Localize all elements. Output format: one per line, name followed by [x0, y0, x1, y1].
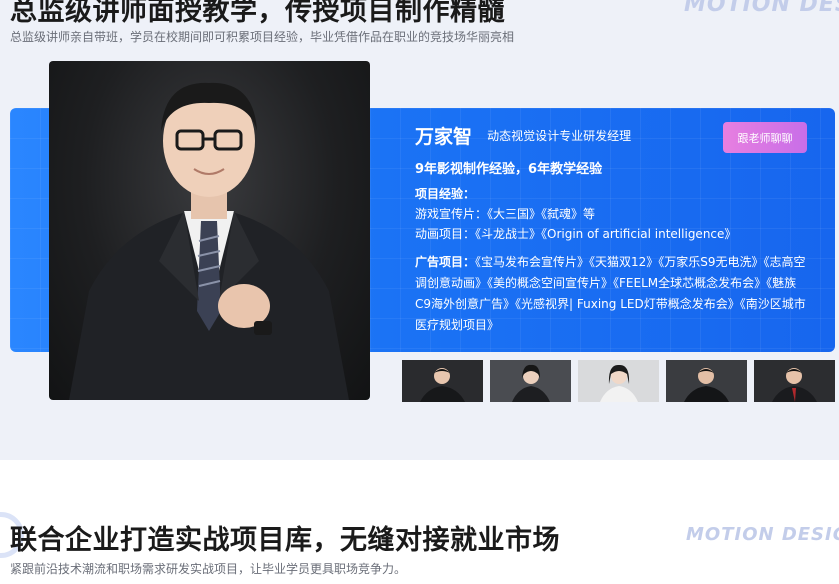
project-label: 项目经验： — [415, 187, 476, 201]
section-subtitle: 总监级讲师亲自带班，学员在校期间即可积累项目经验，毕业凭借作品在职业的竞技场华丽… — [10, 30, 515, 44]
teacher-section: 总监级讲师面授教学，传授项目制作精髓 MOTION DESIGN 总监级讲师亲自… — [0, 0, 839, 460]
game-projects: 游戏宣传片：《大三国》《弑魂》等 — [415, 207, 596, 221]
thumbnail-portrait — [490, 360, 571, 402]
teacher-thumbnail[interactable] — [490, 360, 571, 402]
teacher-portrait-illustration — [69, 82, 349, 400]
teacher-job-title: 动态视觉设计专业研发经理 — [487, 129, 632, 143]
teacher-thumbnail[interactable] — [754, 360, 835, 402]
teacher-name: 万家智 — [415, 126, 473, 148]
watermark-text: MOTION DESIGN — [686, 524, 839, 545]
section-title: 总监级讲师面授教学，传授项目制作精髓 — [10, 0, 505, 27]
teacher-thumbnail[interactable] — [578, 360, 659, 402]
teacher-experience: 9年影视制作经验，6年教学经验 — [415, 162, 603, 177]
thumbnail-portrait — [578, 360, 659, 402]
ad-label: 广告项目： — [415, 255, 476, 269]
teacher-photo — [49, 61, 370, 400]
project-library-section: 联合企业打造实战项目库，无缝对接就业市场 MOTION DESIGN 紧跟前沿技… — [0, 460, 839, 584]
teacher-name-row: 万家智 动态视觉设计专业研发经理 — [415, 122, 631, 149]
teacher-thumbnail[interactable] — [666, 360, 747, 402]
thumbnail-portrait — [754, 360, 835, 402]
section-title: 联合企业打造实战项目库，无缝对接就业市场 — [10, 525, 560, 556]
animation-projects: 动画项目：《斗龙战士》《Origin of artificial intelli… — [415, 227, 737, 241]
section-subtitle: 紧跟前沿技术潮流和职场需求研发实战项目，让毕业学员更具职场竞争力。 — [10, 562, 407, 576]
chat-with-teacher-button[interactable]: 跟老师聊聊 — [723, 122, 807, 153]
ad-projects: 广告项目：《宝马发布会宣传片》《天猫双12》《万家乐S9无电洗》《志高空调创意动… — [415, 252, 810, 336]
teacher-thumbnail[interactable] — [402, 360, 483, 402]
thumbnail-portrait — [402, 360, 483, 402]
thumbnail-portrait — [666, 360, 747, 402]
watermark-text: MOTION DESIGN — [684, 0, 839, 17]
